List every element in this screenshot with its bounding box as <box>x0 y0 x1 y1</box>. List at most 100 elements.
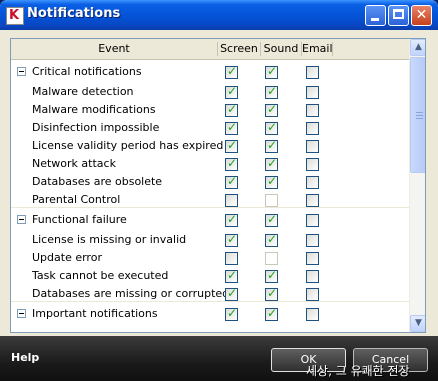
email-checkbox[interactable] <box>306 176 319 189</box>
email-checkbox[interactable] <box>306 86 319 99</box>
sound-checkbox[interactable]: ✓ <box>265 156 278 171</box>
group-separator <box>11 207 409 208</box>
screen-checkbox[interactable] <box>225 194 238 207</box>
event-label: Disinfection impossible <box>32 121 160 134</box>
checkmark-icon: ✓ <box>267 268 278 282</box>
checkmark-icon: ✓ <box>227 232 238 246</box>
checkmark-icon: ✓ <box>227 138 238 152</box>
screen-checkbox[interactable] <box>225 252 238 265</box>
thumb-grip <box>416 115 423 116</box>
collapse-icon[interactable] <box>17 67 26 76</box>
event-label: Malware modifications <box>32 103 156 116</box>
checkmark-icon: ✓ <box>267 84 278 98</box>
scroll-down-icon[interactable]: ▼ <box>410 315 425 332</box>
close-button[interactable]: ✕ <box>411 5 432 26</box>
dialog-body: Event Screen Sound Email Critical notifi… <box>0 30 438 336</box>
event-label: Malware detection <box>32 85 134 98</box>
table-group-row[interactable]: Important notifications ✓ ✓ <box>11 303 409 325</box>
table-row[interactable]: License validity period has expired ✓ ✓ <box>11 137 409 155</box>
email-checkbox[interactable] <box>306 234 319 247</box>
table-row[interactable]: License is missing or invalid ✓ ✓ <box>11 231 409 249</box>
screen-checkbox[interactable]: ✓ <box>225 120 238 135</box>
email-checkbox[interactable] <box>306 140 319 153</box>
email-checkbox[interactable] <box>306 214 319 227</box>
screen-checkbox[interactable]: ✓ <box>225 232 238 247</box>
screen-checkbox[interactable]: ✓ <box>225 174 238 189</box>
collapse-icon[interactable] <box>17 215 26 224</box>
sound-checkbox[interactable]: ✓ <box>265 102 278 117</box>
table-row[interactable]: Update error <box>11 249 409 267</box>
table-header: Event Screen Sound Email <box>11 39 409 60</box>
header-divider <box>332 42 333 56</box>
thumb-grip <box>416 112 423 113</box>
help-link[interactable]: Help <box>11 351 39 364</box>
checkmark-icon: ✓ <box>267 174 278 188</box>
notifications-window: K Notifications ✕ Event Screen Sound Ema… <box>0 0 438 381</box>
email-checkbox[interactable] <box>306 194 319 207</box>
sound-checkbox[interactable]: ✓ <box>265 232 278 247</box>
checkmark-icon: ✓ <box>267 120 278 134</box>
sound-checkbox[interactable]: ✓ <box>265 84 278 99</box>
event-label: Important notifications <box>32 307 158 320</box>
table-row[interactable]: Disinfection impossible ✓ ✓ <box>11 119 409 137</box>
header-event[interactable]: Event <box>11 39 217 59</box>
screen-checkbox[interactable]: ✓ <box>225 102 238 117</box>
app-icon-letter: K <box>9 8 20 23</box>
table-group-row[interactable]: Critical notifications ✓ ✓ <box>11 61 409 83</box>
screen-checkbox[interactable]: ✓ <box>225 286 238 301</box>
table-row[interactable]: Task cannot be executed ✓ ✓ <box>11 267 409 285</box>
checkmark-icon: ✓ <box>227 268 238 282</box>
screen-checkbox[interactable]: ✓ <box>225 306 238 321</box>
sound-checkbox[interactable]: ✓ <box>265 64 278 79</box>
minimize-button[interactable] <box>365 5 386 26</box>
email-checkbox[interactable] <box>306 252 319 265</box>
scroll-thumb[interactable] <box>410 57 425 173</box>
title-bar[interactable]: K Notifications ✕ <box>0 0 438 30</box>
sound-checkbox[interactable]: ✓ <box>265 212 278 227</box>
checkmark-icon: ✓ <box>227 102 238 116</box>
checkmark-icon: ✓ <box>227 156 238 170</box>
sound-checkbox <box>265 252 278 265</box>
scroll-up-icon[interactable]: ▲ <box>410 39 425 56</box>
sound-checkbox[interactable]: ✓ <box>265 138 278 153</box>
email-checkbox[interactable] <box>306 66 319 79</box>
table-row[interactable]: Network attack ✓ ✓ <box>11 155 409 173</box>
checkmark-icon: ✓ <box>267 232 278 246</box>
vertical-scrollbar[interactable]: ▲ ▼ <box>409 39 425 332</box>
screen-checkbox[interactable]: ✓ <box>225 138 238 153</box>
event-label: License validity period has expired <box>32 139 224 152</box>
sound-checkbox[interactable]: ✓ <box>265 268 278 283</box>
screen-checkbox[interactable]: ✓ <box>225 156 238 171</box>
event-label: Task cannot be executed <box>32 269 169 282</box>
checkmark-icon: ✓ <box>267 306 278 320</box>
sound-checkbox[interactable]: ✓ <box>265 286 278 301</box>
screen-checkbox[interactable]: ✓ <box>225 268 238 283</box>
email-checkbox[interactable] <box>306 122 319 135</box>
sound-checkbox[interactable]: ✓ <box>265 306 278 321</box>
table-row[interactable]: Malware detection ✓ ✓ <box>11 83 409 101</box>
checkmark-icon: ✓ <box>267 102 278 116</box>
table-row[interactable]: Malware modifications ✓ ✓ <box>11 101 409 119</box>
event-label: License is missing or invalid <box>32 233 187 246</box>
sound-checkbox[interactable]: ✓ <box>265 120 278 135</box>
group-separator <box>11 301 409 302</box>
header-email[interactable]: Email <box>302 39 333 59</box>
screen-checkbox[interactable]: ✓ <box>225 64 238 79</box>
event-label: Update error <box>32 251 102 264</box>
email-checkbox[interactable] <box>306 288 319 301</box>
collapse-icon[interactable] <box>17 309 26 318</box>
table-group-row[interactable]: Functional failure ✓ ✓ <box>11 209 409 231</box>
maximize-button[interactable] <box>388 5 409 26</box>
email-checkbox[interactable] <box>306 104 319 117</box>
email-checkbox[interactable] <box>306 270 319 283</box>
table-row[interactable]: Databases are obsolete ✓ ✓ <box>11 173 409 191</box>
email-checkbox[interactable] <box>306 308 319 321</box>
sound-checkbox[interactable]: ✓ <box>265 174 278 189</box>
event-label: Critical notifications <box>32 65 142 78</box>
header-sound[interactable]: Sound <box>261 39 301 59</box>
screen-checkbox[interactable]: ✓ <box>225 212 238 227</box>
screen-checkbox[interactable]: ✓ <box>225 84 238 99</box>
email-checkbox[interactable] <box>306 158 319 171</box>
checkmark-icon: ✓ <box>267 156 278 170</box>
header-screen[interactable]: Screen <box>218 39 260 59</box>
